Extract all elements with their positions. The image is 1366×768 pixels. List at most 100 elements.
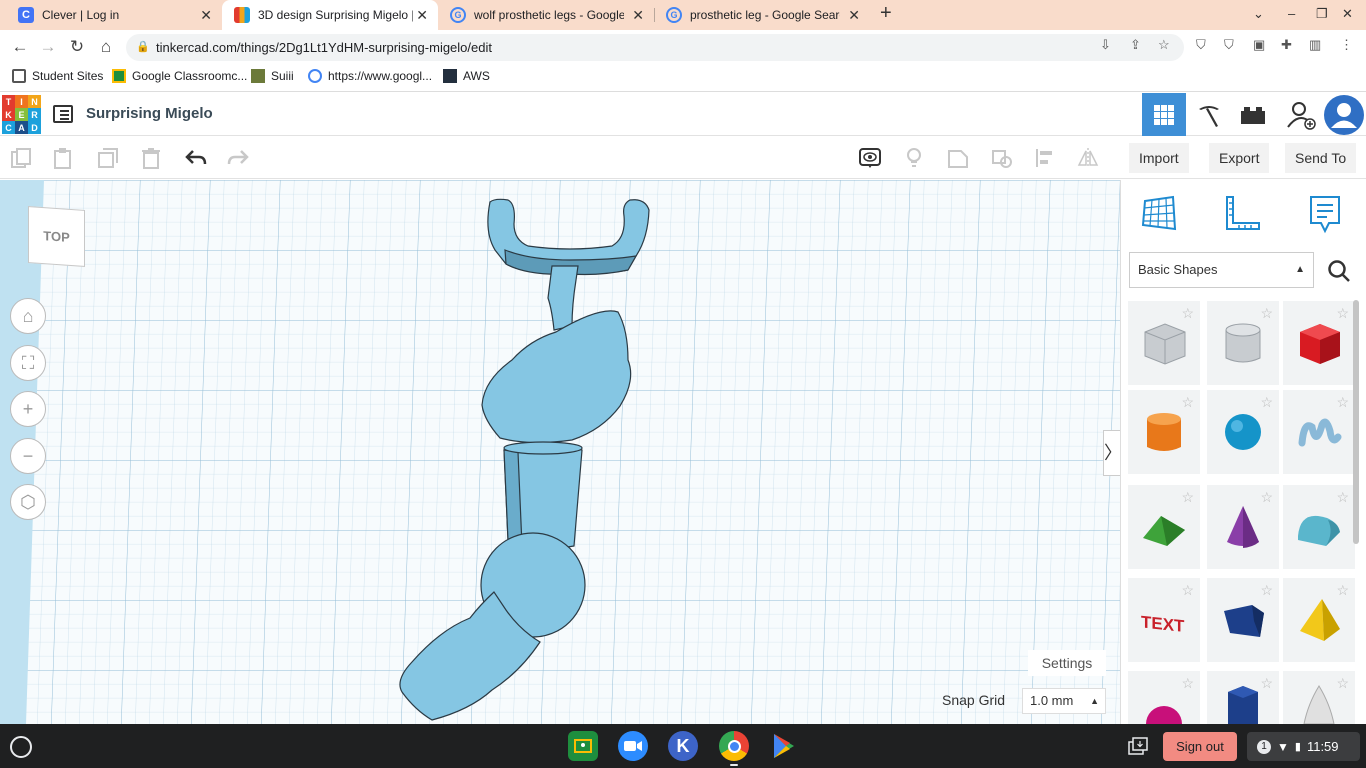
forward-icon[interactable]: → <box>37 36 59 58</box>
workplane-icon[interactable] <box>1141 195 1179 233</box>
light-bulb-icon[interactable] <box>903 147 925 169</box>
notes-eye-icon[interactable] <box>859 147 881 169</box>
send-to-button[interactable]: Send To <box>1285 143 1357 173</box>
tab-clever[interactable]: C Clever | Log in ✕ <box>0 0 222 30</box>
shape-box[interactable]: ☆ <box>1283 301 1355 385</box>
shape-round-roof[interactable]: ☆ <box>1283 485 1355 569</box>
bookmark-student-sites[interactable]: Student Sites <box>12 69 103 83</box>
view-cube[interactable]: TOP <box>28 206 85 267</box>
settings-button[interactable]: Settings <box>1028 650 1106 676</box>
shape-library-select[interactable]: Basic Shapes ▲ <box>1129 252 1314 288</box>
holding-space-icon[interactable] <box>1128 737 1148 755</box>
shield-icon[interactable]: ⛉ <box>1224 37 1234 53</box>
tab-wolf-prosthetic[interactable]: G wolf prosthetic legs - Google Sea ✕ <box>438 0 654 30</box>
copy-icon[interactable] <box>10 147 32 169</box>
export-button[interactable]: Export <box>1209 143 1270 173</box>
tab-prosthetic-leg[interactable]: G prosthetic leg - Google Search ✕ <box>654 0 870 30</box>
shape-half-sphere[interactable]: ☆ <box>1128 671 1200 724</box>
shape-box-hole[interactable]: ☆ <box>1128 301 1200 385</box>
favorite-star-icon[interactable]: ☆ <box>1181 675 1194 692</box>
ruler-icon[interactable] <box>1223 195 1261 233</box>
redo-icon[interactable] <box>227 147 249 169</box>
favorite-star-icon[interactable]: ☆ <box>1260 582 1273 599</box>
zoom-app-icon[interactable] <box>618 731 648 761</box>
favorite-star-icon[interactable]: ☆ <box>1181 394 1194 411</box>
shape-scribble[interactable]: ☆ <box>1283 390 1355 474</box>
favorite-star-icon[interactable]: ☆ <box>1336 489 1349 506</box>
design-menu-icon[interactable] <box>53 105 73 123</box>
duplicate-icon[interactable] <box>97 147 119 169</box>
workplane[interactable]: 〉 <box>0 180 1120 724</box>
launcher-icon[interactable] <box>10 736 32 758</box>
shape-pyramid[interactable]: ☆ <box>1283 578 1355 662</box>
favorite-star-icon[interactable]: ☆ <box>1260 675 1273 692</box>
bookmark-google-classroom[interactable]: Google Classroomc... <box>112 69 247 83</box>
shape-cylinder-hole[interactable]: ☆ <box>1207 301 1279 385</box>
close-tab-icon[interactable]: ✕ <box>848 7 860 24</box>
bookmark-star-icon[interactable]: ☆ <box>1158 37 1170 53</box>
shapes-scrollbar[interactable] <box>1353 300 1359 544</box>
puzzle-icon[interactable]: ✚ <box>1281 37 1292 53</box>
favorite-star-icon[interactable]: ☆ <box>1260 394 1273 411</box>
search-icon[interactable] <box>1326 258 1352 284</box>
home-icon[interactable]: ⌂ <box>95 36 117 58</box>
shape-roof[interactable]: ☆ <box>1128 485 1200 569</box>
invite-user-button[interactable] <box>1279 93 1323 136</box>
side-panel-icon[interactable]: ▥ <box>1309 37 1321 53</box>
shape-box-flat[interactable]: ☆ <box>1207 578 1279 662</box>
bookmark-suiii[interactable]: Suiii <box>251 69 294 83</box>
minimize-icon[interactable]: – <box>1288 6 1295 21</box>
mirror-icon[interactable] <box>1077 147 1099 169</box>
delete-icon[interactable] <box>140 147 162 169</box>
prosthetic-leg-model[interactable] <box>0 180 1120 724</box>
zoom-in-button[interactable]: + <box>10 391 46 427</box>
close-tab-icon[interactable]: ✕ <box>632 7 644 24</box>
sign-out-button[interactable]: Sign out <box>1163 732 1237 761</box>
project-title[interactable]: Surprising Migelo <box>86 105 213 122</box>
tinkercad-logo[interactable]: T I N K E R C A D <box>2 95 41 134</box>
paste-icon[interactable] <box>52 147 74 169</box>
new-tab-button[interactable]: + <box>880 2 892 25</box>
favorite-star-icon[interactable]: ☆ <box>1260 489 1273 506</box>
perspective-button[interactable]: ⬡ <box>10 484 46 520</box>
ungroup-icon[interactable] <box>991 147 1013 169</box>
shape-cylinder[interactable]: ☆ <box>1128 390 1200 474</box>
google-classroom-app-icon[interactable] <box>568 731 598 761</box>
favorite-star-icon[interactable]: ☆ <box>1181 582 1194 599</box>
snap-grid-select[interactable]: 1.0 mm ▲ <box>1022 688 1106 714</box>
home-view-button[interactable]: ⌂ <box>10 298 46 334</box>
tab-tinkercad[interactable]: 3D design Surprising Migelo | Tin ✕ <box>222 0 438 30</box>
restore-icon[interactable]: ❐ <box>1316 6 1328 22</box>
favorite-star-icon[interactable]: ☆ <box>1336 675 1349 692</box>
shape-text[interactable]: TEXT ☆ <box>1128 578 1200 662</box>
collapse-panel-button[interactable]: 〉 <box>1103 430 1120 476</box>
shape-sphere[interactable]: ☆ <box>1207 390 1279 474</box>
bookmark-google[interactable]: https://www.googl... <box>308 69 432 83</box>
install-icon[interactable]: ⇩ <box>1100 37 1111 53</box>
menu-icon[interactable]: ⋮ <box>1340 37 1353 53</box>
import-button[interactable]: Import <box>1129 143 1189 173</box>
bookmark-aws[interactable]: AWS <box>443 69 490 83</box>
align-icon[interactable] <box>1035 147 1057 169</box>
close-window-icon[interactable]: ✕ <box>1342 6 1353 22</box>
close-tab-icon[interactable]: ✕ <box>200 7 212 24</box>
tab-search-icon[interactable]: ⌄ <box>1253 6 1264 22</box>
undo-icon[interactable] <box>185 147 207 169</box>
zoom-out-button[interactable]: − <box>10 438 46 474</box>
notes-icon[interactable] <box>1307 195 1343 235</box>
favorite-star-icon[interactable]: ☆ <box>1260 305 1273 322</box>
favorite-star-icon[interactable]: ☆ <box>1336 394 1349 411</box>
shape-cone[interactable]: ☆ <box>1207 485 1279 569</box>
status-tray[interactable]: 1 ▼ ▮ 11:59 <box>1247 732 1360 761</box>
back-icon[interactable]: ← <box>9 36 31 58</box>
chrome-app-icon[interactable] <box>719 731 749 761</box>
shape-paraboloid[interactable]: ☆ <box>1283 671 1355 724</box>
shape-polygon[interactable]: ☆ <box>1207 671 1279 724</box>
close-tab-icon[interactable]: ✕ <box>416 7 428 24</box>
avatar[interactable] <box>1322 93 1366 136</box>
brave-shield-icon[interactable]: ⛉ <box>1196 37 1206 53</box>
favorite-star-icon[interactable]: ☆ <box>1336 582 1349 599</box>
kami-app-icon[interactable]: K <box>668 731 698 761</box>
reload-icon[interactable]: ↻ <box>66 36 88 58</box>
group-icon[interactable] <box>947 147 969 169</box>
